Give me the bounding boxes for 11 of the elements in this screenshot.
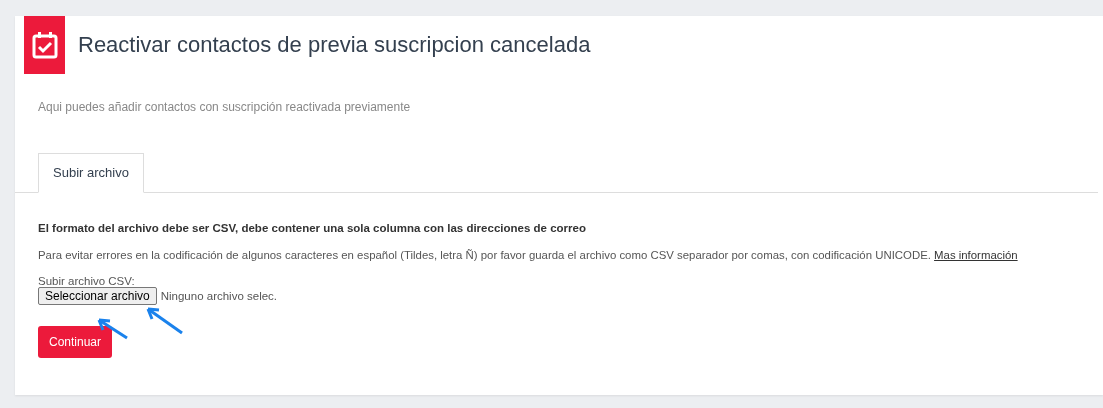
tab[interactable]: Subir archivo xyxy=(38,153,144,193)
page-subtitle: Aqui puedes añadir contactos con suscripción reactivada previamente xyxy=(38,100,412,114)
encoding-info: Para evitar errores en la codificación de algunos caracteres en español (Tildes, letra Ñ) por favor guarda el archivo como CSV separador por comas, con codificación UNICODE. Mas información xyxy=(38,249,1019,261)
arrow-icon xyxy=(144,305,184,335)
format-notice: El formato del archivo debe ser CSV, debe contener una sola columna con las direcciones de correo xyxy=(38,222,587,234)
upload-label: Subir archivo CSV: xyxy=(38,275,136,287)
more-info-link[interactable]: Mas información xyxy=(934,249,1018,261)
file-status: Ninguno archivo selec. xyxy=(160,290,278,302)
page-title: Reactivar contactos de previa suscripcion cancelada xyxy=(78,32,591,58)
continue-button[interactable]: Continuar xyxy=(38,326,113,358)
choose-file-button[interactable]: Seleccionar archivo xyxy=(38,287,157,305)
